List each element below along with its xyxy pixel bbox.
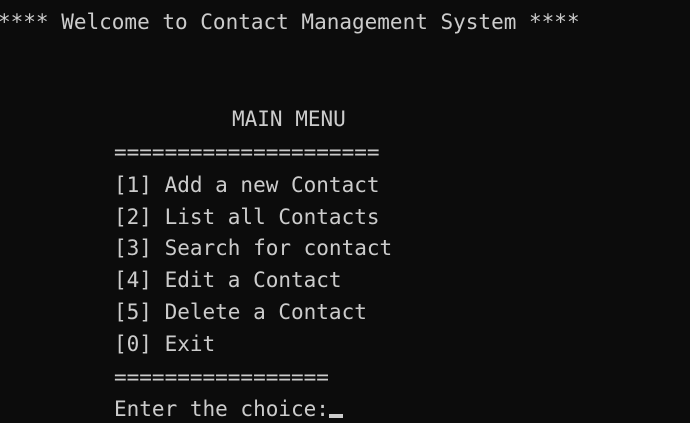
separator-top: ===================== [114, 140, 380, 164]
console-window[interactable]: **** Welcome to Contact Management Syste… [0, 0, 690, 423]
menu-item-delete-contact: [5] Delete a Contact [114, 300, 367, 324]
choice-input-line[interactable]: Enter the choice: [114, 397, 343, 421]
text-cursor[interactable] [328, 414, 343, 418]
separator-bottom: ================= [114, 365, 329, 389]
menu-title: MAIN MENU [232, 107, 346, 131]
menu-item-add-contact: [1] Add a new Contact [114, 173, 380, 197]
menu-item-search-contact: [3] Search for contact [114, 236, 393, 260]
choice-prompt: Enter the choice: [114, 397, 329, 421]
menu-item-exit: [0] Exit [114, 332, 216, 356]
welcome-banner: **** Welcome to Contact Management Syste… [0, 10, 580, 34]
menu-item-list-contacts: [2] List all Contacts [114, 205, 380, 229]
menu-item-edit-contact: [4] Edit a Contact [114, 268, 342, 292]
